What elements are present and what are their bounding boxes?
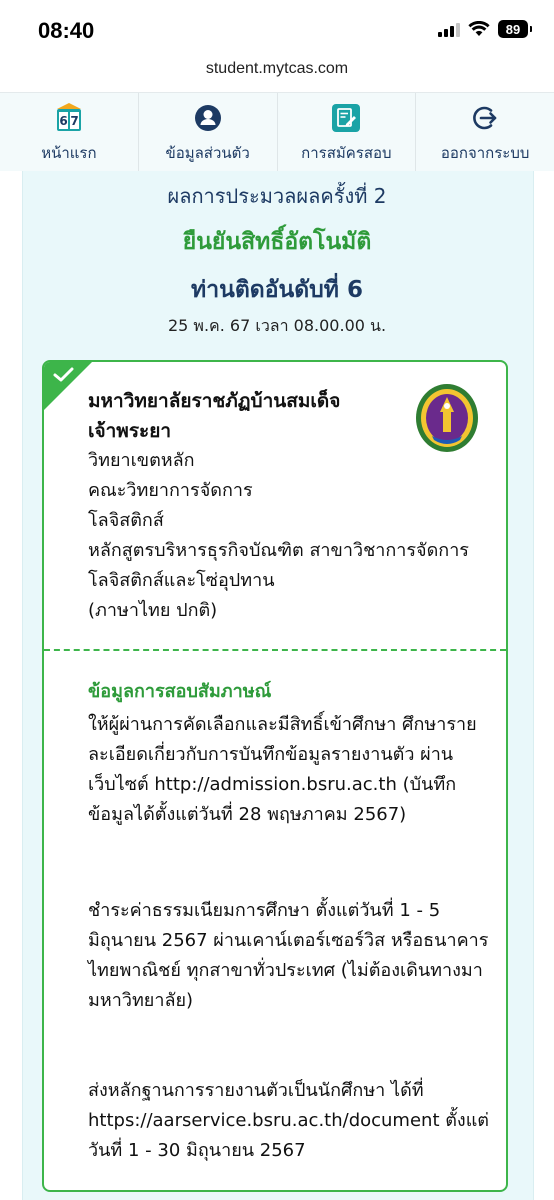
cellular-signal-icon bbox=[438, 21, 460, 37]
nav-logout-label: ออกจากระบบ bbox=[440, 144, 530, 162]
nav-application[interactable]: การสมัครสอบ bbox=[278, 93, 417, 171]
calendar-67-icon: 6 7 bbox=[54, 103, 84, 133]
program-details: วิทยาเขตหลัก คณะวิทยาการจัดการ โลจิสติกส… bbox=[88, 446, 488, 626]
logout-icon bbox=[470, 103, 500, 133]
edit-document-icon bbox=[331, 103, 361, 133]
url-bar[interactable]: student.mytcas.com bbox=[0, 60, 554, 90]
svg-text:6: 6 bbox=[59, 114, 67, 128]
program-language-text: (ภาษาไทย ปกติ) bbox=[88, 600, 218, 621]
info-paragraph-registration: ให้ผู้ผ่านการคัดเลือกและมีสิทธิ์เข้าศึกษ… bbox=[88, 714, 477, 825]
interview-info-title: ข้อมูลการสอบสัมภาษณ์ bbox=[88, 681, 272, 702]
nav-profile-label: ข้อมูลส่วนตัว bbox=[165, 144, 250, 162]
card-divider bbox=[44, 649, 506, 651]
university-name: มหาวิทยาลัยราชภัฏบ้านสมเด็จ เจ้าพระยา bbox=[88, 386, 388, 446]
wifi-icon bbox=[468, 21, 490, 36]
battery-indicator: 89 bbox=[498, 20, 532, 38]
info-paragraph-payment: ชำระค่าธรรมเนียมการศึกษา ตั้งแต่วันที่ 1… bbox=[88, 900, 489, 1011]
status-time: 08:40 bbox=[38, 18, 95, 43]
info-paragraph-documents: ส่งหลักฐานการรายงานตัวเป็นนักศึกษา ได้ที… bbox=[88, 1080, 490, 1161]
result-card: มหาวิทยาลัยราชภัฏบ้านสมเด็จ เจ้าพระยา วิ… bbox=[42, 360, 508, 1192]
university-name-line-2: เจ้าพระยา bbox=[88, 420, 172, 442]
nav-profile[interactable]: ข้อมูลส่วนตัว bbox=[139, 93, 278, 171]
user-icon bbox=[193, 103, 223, 133]
nav-logout[interactable]: ออกจากระบบ bbox=[416, 93, 554, 171]
check-icon bbox=[53, 367, 74, 382]
svg-text:7: 7 bbox=[70, 114, 78, 128]
major-text: โลจิสติกส์ bbox=[88, 510, 164, 531]
nav-application-label: การสมัครสอบ bbox=[301, 144, 392, 162]
status-bar: 08:40 89 bbox=[0, 0, 554, 60]
university-seal-icon bbox=[416, 384, 478, 452]
campus-text: วิทยาเขตหลัก bbox=[88, 450, 195, 471]
top-nav: 6 7 หน้าแรก ข้อมูลส่วนตัว การสมัครสอบ ออ… bbox=[0, 92, 554, 172]
nav-home[interactable]: 6 7 หน้าแรก bbox=[0, 93, 139, 171]
status-icons: 89 bbox=[438, 20, 532, 38]
confirm-status-title: ยืนยันสิทธิ์อัตโนมัติ bbox=[182, 229, 372, 255]
university-name-line-1: มหาวิทยาลัยราชภัฏบ้านสมเด็จ bbox=[88, 390, 341, 412]
rank-title: ท่านติดอันดับที่ 6 bbox=[191, 277, 363, 303]
nav-home-label: หน้าแรก bbox=[41, 144, 97, 162]
result-datetime: 25 พ.ค. 67 เวลา 08.00.00 น. bbox=[167, 316, 387, 335]
round-title: ผลการประมวลผลครั้งที่ 2 bbox=[167, 184, 387, 208]
faculty-text: คณะวิทยาการจัดการ bbox=[88, 480, 253, 501]
program-text: หลักสูตรบริหารธุรกิจบัณฑิต สาขาวิชาการจั… bbox=[88, 540, 469, 591]
